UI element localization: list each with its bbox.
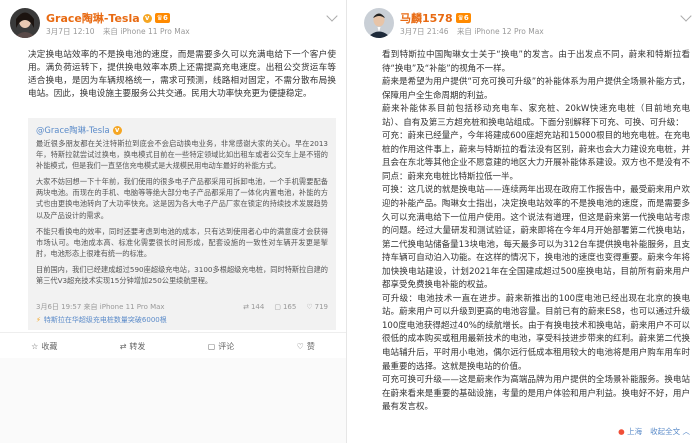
like-icon: ♡ (306, 303, 313, 311)
quoted-likes[interactable]: ♡ 719 (306, 302, 328, 312)
lightning-icon: ⚡ (36, 316, 41, 324)
quoted-paragraph: 大家不妨回想一下十年前，我们使用的很多电子产品都采用可拆卸电池，一个手机需要配备… (36, 177, 328, 220)
post-paragraph: 看到特斯拉中国陶琳女士关于“换电”的发言。由于出发点不同，蔚来和特斯拉看待“换电… (382, 50, 690, 74)
location-text[interactable]: 上海 (627, 427, 642, 436)
avatar-image-icon (364, 8, 394, 38)
collapse-link[interactable]: 收起全文 ︿ (650, 426, 690, 437)
quoted-meta: 3月6日 19:57 来自 iPhone 11 Pro Max ⇄ 144 ▢ 16… (36, 302, 328, 312)
chevron-down-icon[interactable] (326, 10, 338, 22)
level-value: 6 (463, 14, 469, 22)
favorite-label: 收藏 (41, 341, 58, 351)
left-weibo-post: Grace陶琳-Tesla v ♛6 3月7日 12:10 来自 iPhone … (0, 0, 347, 443)
quoted-source: 来自 iPhone 11 Pro Max (83, 303, 165, 311)
comment-button[interactable]: ▢ 评论 (208, 341, 235, 352)
quoted-date-source: 3月6日 19:57 来自 iPhone 11 Pro Max (36, 302, 165, 312)
chevron-down-icon[interactable] (680, 10, 692, 22)
post-source: 来自 iPhone 12 Pro Max (456, 27, 544, 36)
reposts-count: 144 (250, 303, 265, 311)
location[interactable]: ● 上海 (618, 426, 642, 437)
repost-label: 转发 (129, 341, 146, 351)
quoted-author-name[interactable]: @Grace陶琳-Tesla (36, 124, 110, 136)
quoted-paragraph: 最近很多朋友都在关注特斯拉到底会不会启动换电业务，非常感谢大家的关心。早在201… (36, 139, 328, 171)
like-label: 赞 (306, 341, 315, 351)
avatar[interactable] (10, 8, 40, 38)
username[interactable]: Grace陶琳-Tesla v ♛6 (46, 10, 170, 26)
avatar-image-icon (10, 8, 40, 38)
quoted-author[interactable]: @Grace陶琳-Tesla v (36, 124, 328, 136)
level-value: 6 (162, 14, 168, 22)
avatar[interactable] (364, 8, 394, 38)
post-meta: 3月7日 21:46 来自 iPhone 12 Pro Max (400, 26, 550, 37)
username-text[interactable]: 马麟1578 (400, 10, 453, 26)
post-header: Grace陶琳-Tesla v ♛6 3月7日 12:10 来自 iPhone … (0, 0, 346, 47)
post-header: 马麟1578 ♛6 3月7日 21:46 来自 iPhone 12 Pro Ma… (354, 0, 700, 47)
action-bar: ☆ 收藏 ⇄ 转发 ▢ 评论 ♡ 赞 (0, 332, 346, 359)
post-paragraph: 蔚来是希望为用户提供“可充可换可升级”的补能体系为用户提供全场景补能方式，保障用… (382, 77, 690, 101)
repost-icon: ⇄ (119, 341, 127, 351)
username[interactable]: 马麟1578 ♛6 (400, 10, 471, 26)
like-icon: ♡ (296, 341, 304, 351)
verified-icon: v (142, 13, 152, 23)
quoted-date: 3月6日 19:57 (36, 303, 82, 311)
post-text: 决定换电站效率的不是换电池的速度，而是需要多久可以充满电给下一个客户使用。满负荷… (28, 50, 336, 100)
post-paragraph: 可充可换可升级——这是蔚来作为高端品牌为用户提供的全场景补能服务。换电站在蔚来看… (382, 375, 690, 413)
likes-count: 719 (314, 303, 328, 311)
quoted-stats: ⇄ 144 ▢ 165 ♡ 719 (243, 302, 328, 312)
repost-button[interactable]: ⇄ 转发 (120, 341, 146, 352)
post-paragraph: 蔚来补能体系目前包括移动充电车、家充桩、20kW快速充电桩（目前地充电站）、自有… (382, 104, 690, 128)
blank-area (0, 358, 346, 443)
topic-link[interactable]: ⚡ 特斯拉在华超级充电桩数量突破6000根 (36, 315, 167, 325)
quoted-comments[interactable]: ▢ 165 (274, 302, 296, 312)
post-paragraph: 可充：蔚来已经量产，今年将建成600座超充站和15000根目的地充电桩。在充电桩… (382, 131, 690, 182)
topic-link-text[interactable]: 特斯拉在华超级充电桩数量突破6000根 (44, 315, 167, 325)
post-paragraph: 可升级：电池技术一直在进步。蔚来新推出的100度电池已经出现在北京的换电站。蔚来… (382, 293, 690, 372)
quoted-paragraph: 不能只看换电的效率，同时还要考虑到电池的成本，只有达到使用者心中的满意度才会获得… (36, 226, 328, 258)
comment-label: 评论 (218, 341, 235, 351)
quoted-body: 最近很多朋友都在关注特斯拉到底会不会启动换电业务，非常感谢大家的关心。早在201… (36, 138, 328, 286)
post-meta: 3月7日 12:10 来自 iPhone 11 Pro Max (46, 26, 196, 37)
username-text[interactable]: Grace陶琳-Tesla (46, 10, 140, 26)
favorite-button[interactable]: ☆ 收藏 (31, 341, 57, 352)
quoted-reposts[interactable]: ⇄ 144 (243, 302, 264, 312)
comments-count: 165 (282, 303, 297, 311)
post-date[interactable]: 3月7日 21:46 (400, 27, 449, 36)
post-date[interactable]: 3月7日 12:10 (46, 27, 95, 36)
post-body: 决定换电站效率的不是换电池的速度，而是需要多久可以充满电给下一个客户使用。满负荷… (0, 47, 346, 101)
chevron-up-icon: ︿ (682, 427, 691, 436)
verified-icon: v (112, 125, 122, 135)
level-badge: ♛6 (154, 13, 170, 23)
like-button[interactable]: ♡ 赞 (297, 341, 315, 352)
post-body: 看到特斯拉中国陶琳女士关于“换电”的发言。由于出发点不同，蔚来和特斯拉看待“换电… (354, 47, 700, 415)
location-pin-icon: ● (618, 427, 625, 436)
post-paragraph: 可换：这几说的就是换电站——连续两年出现在政府工作报告中，最受蔚来用户欢迎的补能… (382, 185, 690, 291)
quoted-post[interactable]: @Grace陶琳-Tesla v 最近很多朋友都在关注特斯拉到底会不会启动换电业… (28, 118, 336, 330)
comment-icon: ▢ (274, 303, 281, 311)
post-source: 来自 iPhone 11 Pro Max (102, 27, 190, 36)
star-icon: ☆ (31, 341, 39, 351)
repost-icon: ⇄ (243, 303, 249, 311)
collapse-text[interactable]: 收起全文 (650, 427, 680, 436)
level-badge: ♛6 (455, 13, 471, 23)
post-footer: ● 上海 收起全文 ︿ (618, 426, 690, 437)
right-weibo-post: 马麟1578 ♛6 3月7日 21:46 来自 iPhone 12 Pro Ma… (354, 0, 700, 443)
comment-icon: ▢ (207, 341, 216, 351)
quoted-paragraph: 目前国内，我们已经建成超过590座超级充电站，3100多根超级充电桩，同时特斯拉… (36, 264, 328, 286)
